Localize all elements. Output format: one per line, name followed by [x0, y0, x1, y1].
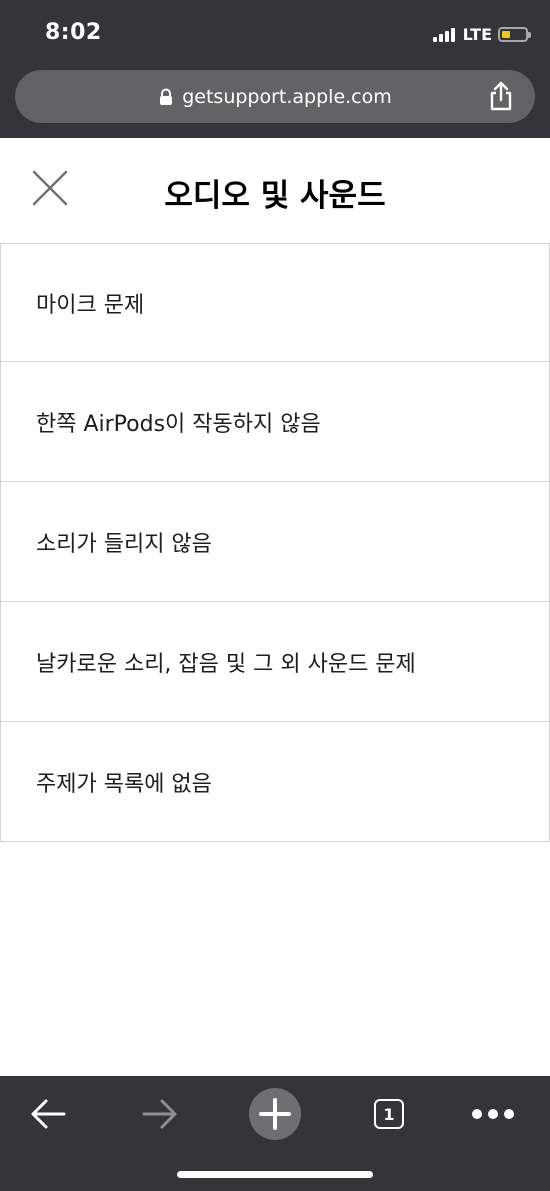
cellular-signal-icon	[432, 26, 457, 42]
more-button[interactable]	[465, 1086, 521, 1142]
topic-item-static-noise[interactable]: 날카로운 소리, 잡음 및 그 외 사운드 문제	[0, 602, 550, 722]
topic-item-microphone[interactable]: 마이크 문제	[0, 244, 550, 362]
url-text: getsupport.apple.com	[182, 85, 392, 108]
battery-icon	[498, 26, 531, 42]
tabs-button[interactable]: 1	[361, 1086, 417, 1142]
address-bar[interactable]: getsupport.apple.com	[15, 70, 535, 123]
lock-icon	[160, 88, 173, 105]
topic-item-not-listed[interactable]: 주제가 목록에 없음	[0, 722, 550, 842]
browser-top-chrome: 8:02 LTE getsupport.apple.com	[0, 0, 550, 138]
address-bar-content: getsupport.apple.com	[15, 70, 535, 123]
topic-item-one-airpod[interactable]: 한쪽 AirPods이 작동하지 않음	[0, 362, 550, 482]
network-type-label: LTE	[462, 24, 492, 44]
more-icon	[472, 1109, 514, 1119]
page-header: 오디오 및 사운드	[0, 138, 550, 244]
forward-button[interactable]	[132, 1086, 188, 1142]
forward-arrow-icon	[142, 1099, 177, 1129]
new-tab-button[interactable]	[247, 1086, 303, 1142]
topic-item-no-sound[interactable]: 소리가 들리지 않음	[0, 482, 550, 602]
status-time: 8:02	[45, 20, 102, 45]
home-indicator[interactable]	[177, 1171, 373, 1178]
share-icon[interactable]	[487, 81, 515, 111]
tabs-icon: 1	[374, 1099, 404, 1129]
new-tab-icon	[249, 1088, 301, 1140]
topic-list: 마이크 문제 한쪽 AirPods이 작동하지 않음 소리가 들리지 않음 날카…	[0, 244, 550, 842]
page-title: 오디오 및 사운드	[164, 178, 386, 214]
status-indicators: LTE	[432, 22, 531, 46]
back-button[interactable]	[20, 1086, 76, 1142]
back-arrow-icon	[31, 1099, 66, 1129]
